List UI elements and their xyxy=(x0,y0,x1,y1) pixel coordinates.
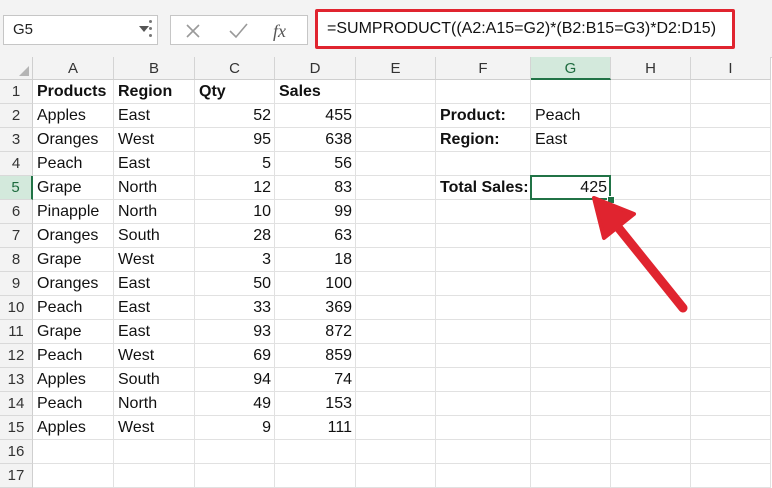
red-arrow-icon xyxy=(592,196,688,313)
